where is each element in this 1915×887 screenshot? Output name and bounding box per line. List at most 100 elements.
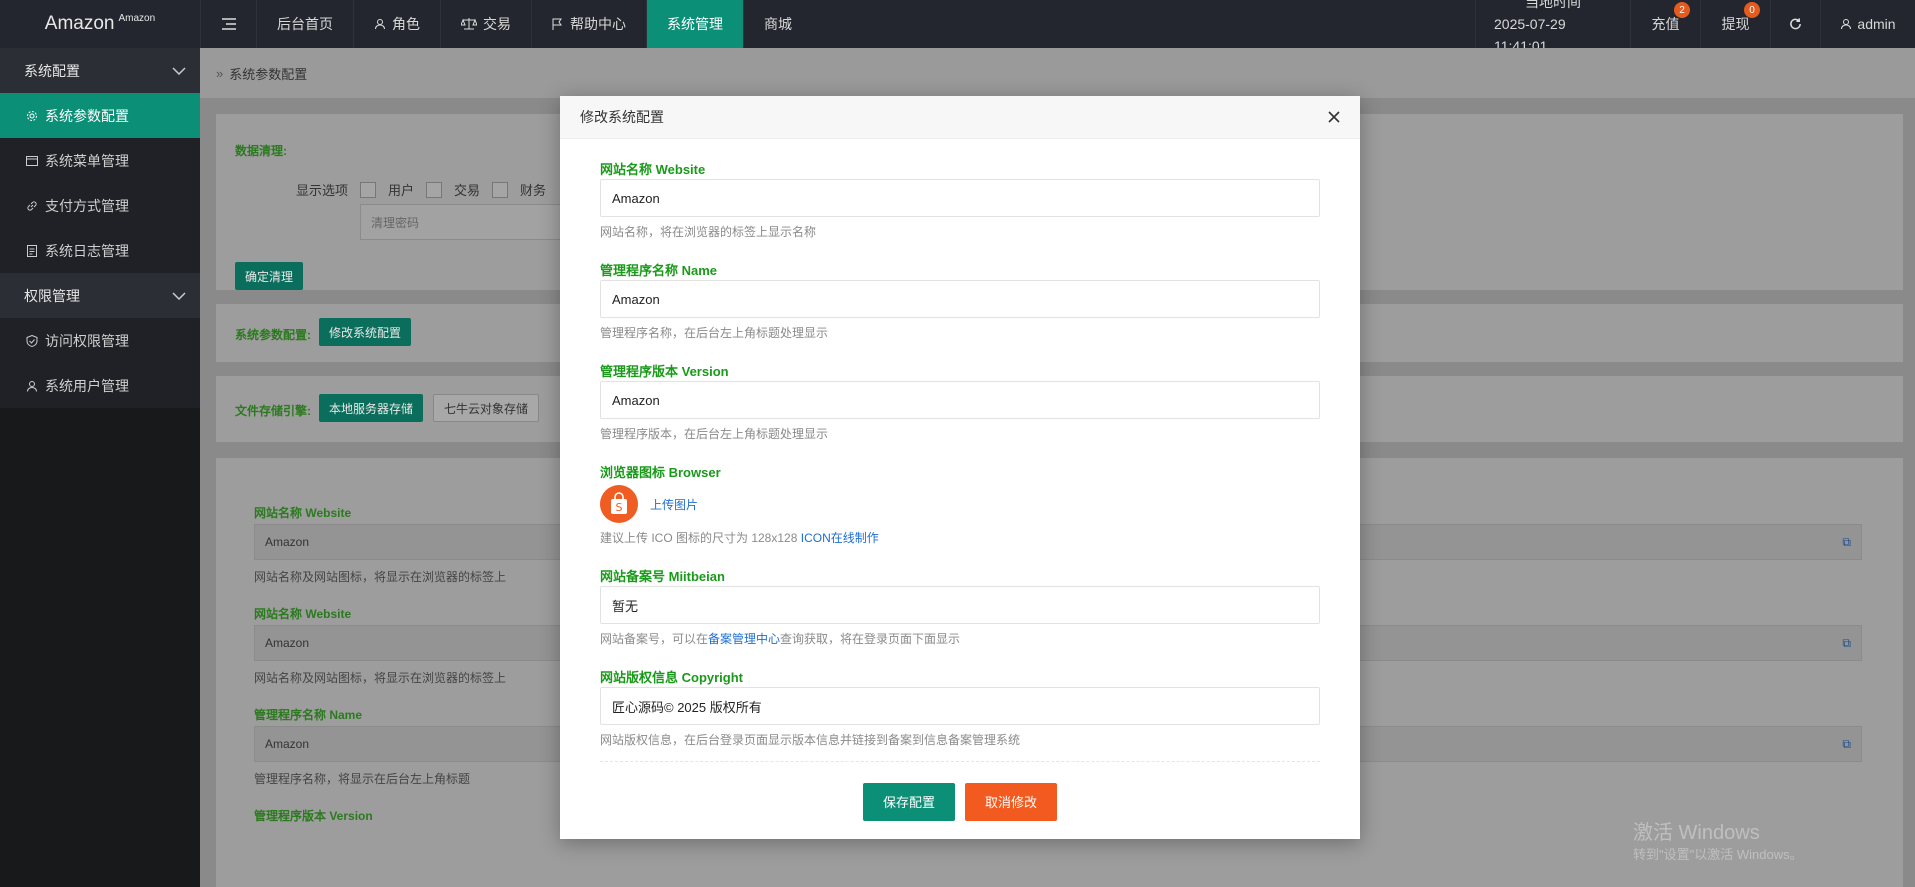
divider: [600, 761, 1320, 762]
breadcrumb-arrow-icon: »: [216, 65, 224, 81]
nav-home-label: 后台首页: [277, 16, 333, 32]
shield-icon: [26, 334, 38, 347]
app-name-input[interactable]: Amazon: [600, 280, 1320, 318]
gear-icon: [27, 110, 37, 121]
sidebar-item-label: 系统日志管理: [45, 242, 129, 259]
user-menu[interactable]: admin: [1820, 0, 1915, 48]
favicon-preview[interactable]: S: [600, 485, 638, 523]
local-time: 当地时间 2025-07-29 11:41:01: [1475, 0, 1630, 54]
nav-trade[interactable]: 交易: [440, 0, 531, 48]
windows-watermark: 激活 Windows 转到"设置"以激活 Windows。: [1633, 822, 1803, 866]
nav-help[interactable]: 帮助中心: [531, 0, 646, 48]
browser-icon-hint: 建议上传 ICO 图标的尺寸为 128x128 ICON在线制作: [600, 529, 879, 546]
sidebar-item-sys-menu[interactable]: 系统菜单管理: [0, 138, 200, 183]
browser-icon-label: 浏览器图标 Browser: [600, 465, 721, 480]
bg-field-value: Amazon: [265, 636, 310, 650]
modal-title: 修改系统配置: [580, 109, 664, 125]
scale-icon: [461, 18, 477, 30]
nav-system[interactable]: 系统管理: [646, 0, 743, 48]
window-icon: [26, 155, 38, 166]
refresh-button[interactable]: [1770, 0, 1820, 48]
user-name: admin: [1857, 16, 1896, 32]
copyright-label-text: 网站版权信息 Copyright: [600, 670, 743, 685]
nav-system-label: 系统管理: [667, 16, 723, 32]
sidebar-item-access[interactable]: 访问权限管理: [0, 318, 200, 363]
option-trade-label: 交易: [454, 183, 481, 198]
nav-role-label: 角色: [392, 16, 420, 32]
save-config-button[interactable]: 保存配置: [863, 782, 955, 821]
sidebar-item-payment[interactable]: 支付方式管理: [0, 183, 200, 228]
sidebar-item-label: 系统参数配置: [45, 107, 129, 124]
clean-password-input[interactable]: 清理密码: [360, 204, 580, 240]
sidebar-group-system-config[interactable]: 系统配置: [0, 48, 200, 93]
browser-icon-upload: S 上传图片: [600, 485, 698, 523]
recharge-badge: 2: [1674, 2, 1690, 18]
copy-icon[interactable]: ⧉: [1842, 636, 1851, 651]
checkbox-finance[interactable]: [492, 181, 509, 198]
withdraw-label: 提现: [1721, 16, 1750, 32]
app-version-input[interactable]: Amazon: [600, 381, 1320, 419]
sidebar-group-label: 系统配置: [24, 62, 80, 79]
brand-sup: Amazon: [118, 12, 156, 24]
menu-toggle-button[interactable]: [200, 0, 256, 48]
chevron-down-icon: [172, 291, 186, 300]
close-icon[interactable]: [1324, 107, 1344, 127]
upload-image-link[interactable]: 上传图片: [650, 496, 698, 513]
copyright-hint: 网站版权信息，在后台登录页面显示版本信息并链接到备案到信息备案管理系统: [600, 733, 1021, 747]
user-icon: [375, 19, 385, 30]
icon-online-link[interactable]: ICON在线制作: [801, 531, 879, 545]
checkbox-user[interactable]: [360, 181, 377, 198]
link-icon: [27, 200, 37, 211]
svg-text:S: S: [616, 501, 623, 514]
bg-field-label: 管理程序版本 Version: [254, 809, 373, 823]
chevron-down-icon: [172, 66, 186, 75]
watermark-line2: 转到"设置"以激活 Windows。: [1633, 847, 1803, 862]
cancel-modify-button[interactable]: 取消修改: [965, 782, 1057, 821]
beian-label-text: 网站备案号 Miitbeian: [600, 569, 725, 584]
copy-icon[interactable]: ⧉: [1842, 737, 1851, 752]
modal-body: *网站名称 Website Amazon 网站名称，将在浏览器的标签上显示名称 …: [600, 139, 1320, 764]
bg-field-label: 管理程序名称 Name: [254, 708, 363, 722]
sidebar-item-logs[interactable]: 系统日志管理: [0, 228, 200, 273]
sidebar-item-label: 系统菜单管理: [45, 152, 129, 169]
clean-label: 数据清理:: [235, 144, 287, 158]
nav-home[interactable]: 后台首页: [256, 0, 353, 48]
withdraw-button[interactable]: 提现 0: [1700, 0, 1770, 48]
show-options-label: 显示选项: [296, 183, 349, 198]
modal-header: 修改系统配置: [560, 96, 1360, 139]
nav-mall-label: 商城: [764, 16, 792, 32]
bg-field-hint: 网站名称及网站图标，将显示在浏览器的标签上: [254, 671, 507, 685]
checkbox-trade[interactable]: [426, 181, 443, 198]
website-input[interactable]: Amazon: [600, 179, 1320, 217]
user-icon: [1841, 19, 1852, 30]
sidebar-group-permissions[interactable]: 权限管理: [0, 273, 200, 318]
user-icon: [27, 380, 37, 392]
storage-local-button[interactable]: 本地服务器存储: [319, 394, 424, 422]
nav-role[interactable]: 角色: [353, 0, 440, 48]
storage-qiniu-button[interactable]: 七牛云对象存储: [433, 394, 540, 422]
nav-mall[interactable]: 商城: [743, 0, 812, 48]
sidebar-item-sys-params[interactable]: 系统参数配置: [0, 93, 200, 138]
sidebar-item-label: 访问权限管理: [45, 332, 129, 349]
copyright-input[interactable]: 匠心源码© 2025 版权所有: [600, 687, 1320, 725]
beian-center-link[interactable]: 备案管理中心: [708, 632, 780, 646]
website-label: *网站名称 Website: [600, 159, 705, 178]
brand-logo[interactable]: Amazon Amazon: [0, 0, 200, 48]
recharge-button[interactable]: 充值 2: [1630, 0, 1700, 48]
local-time-label: 当地时间: [1525, 0, 1581, 10]
nav-trade-label: 交易: [483, 16, 511, 32]
sidebar: 系统配置 系统参数配置 系统菜单管理 支付方式管理 系统日志管理 权限管理 访问…: [0, 48, 200, 887]
copy-icon[interactable]: ⧉: [1842, 535, 1851, 550]
modify-config-button[interactable]: 修改系统配置: [319, 318, 412, 346]
nav-help-label: 帮助中心: [570, 16, 626, 32]
app-version-hint: 管理程序版本，在后台左上角标题处理显示: [600, 427, 829, 441]
beian-input[interactable]: 暂无: [600, 586, 1320, 624]
copyright-label: *网站版权信息 Copyright: [600, 667, 743, 686]
app-name-label-text: 管理程序名称 Name: [600, 263, 718, 278]
refresh-icon: [1790, 18, 1801, 30]
confirm-clean-button[interactable]: 确定清理: [235, 262, 304, 290]
bg-field-label: 网站名称 Website: [254, 607, 352, 621]
withdraw-badge: 0: [1744, 2, 1760, 18]
recharge-label: 充值: [1651, 16, 1680, 32]
sidebar-item-users[interactable]: 系统用户管理: [0, 363, 200, 408]
